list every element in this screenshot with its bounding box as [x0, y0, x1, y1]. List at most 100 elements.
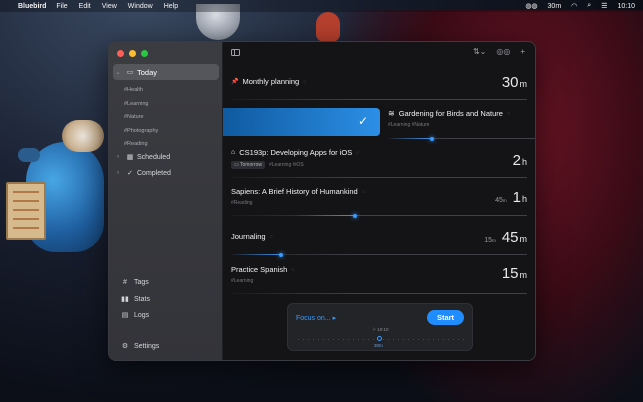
status-timer[interactable]: 30m	[548, 3, 562, 10]
sidebar-toggle-icon[interactable]	[231, 49, 240, 56]
complete-swipe-action[interactable]: ✓	[223, 108, 380, 136]
menu-edit[interactable]: Edit	[79, 3, 91, 10]
focus-end-time: ⚐ 10:10	[372, 327, 389, 332]
chevron-down-icon[interactable]: ⌄	[113, 69, 123, 76]
task-title: Practice Spanish	[231, 265, 288, 274]
sidebar-item-label: Scheduled	[137, 153, 171, 161]
duration-handle[interactable]	[377, 336, 382, 341]
task-timeline	[231, 252, 527, 257]
task-row[interactable]: 📌 Monthly planning ◌ 30 m	[231, 74, 527, 98]
tray-icon: ▭	[126, 69, 134, 76]
book-icon: ▤	[121, 312, 129, 319]
sidebar-item-logs[interactable]: ▤ Logs	[119, 311, 150, 320]
task-tags: #Learning #iOS	[268, 162, 304, 168]
sidebar-item-completed[interactable]: › ✓ Completed	[113, 166, 219, 180]
info-icon[interactable]: ◌	[507, 111, 510, 117]
menu-view[interactable]: View	[102, 3, 117, 10]
sidebar-tag-photography[interactable]: #Photography	[124, 125, 158, 139]
start-button[interactable]: Start	[427, 310, 464, 325]
sidebar-item-tags[interactable]: # Tags	[119, 279, 149, 286]
task-timeline	[231, 177, 527, 178]
sidebar-tag-learning[interactable]: #Learning	[124, 98, 158, 112]
hash-icon: #	[123, 279, 127, 286]
bluebird-status-icon[interactable]: ◍◍	[525, 2, 537, 10]
menu-clock[interactable]: 10:10	[617, 3, 635, 10]
chevron-right-icon[interactable]: ›	[113, 170, 123, 176]
task-title: Monthly planning	[242, 77, 300, 86]
sidebar-item-stats[interactable]: ▮▮ Stats	[119, 295, 150, 304]
task-duration: 15m 45 m	[484, 229, 527, 246]
calendar-icon: ▦	[126, 154, 134, 161]
add-icon[interactable]: +	[520, 47, 525, 56]
sidebar: ⌄ ▭ Today #Health #Learning #Nature #Pho…	[109, 42, 223, 360]
task-duration: 2h	[512, 152, 527, 169]
gear-icon: ⚙	[121, 343, 129, 350]
search-icon[interactable]: ⌕	[587, 2, 591, 10]
task-timeline	[231, 213, 527, 218]
app-window: ⌄ ▭ Today #Health #Learning #Nature #Pho…	[108, 41, 536, 361]
task-timeline	[388, 136, 535, 141]
task-row[interactable]: Practice Spanish ◌ #Learning 15 m	[231, 265, 527, 293]
sidebar-item-label: Completed	[137, 169, 171, 177]
sidebar-item-today[interactable]: ⌄ ▭ Today	[113, 64, 219, 80]
goggles-icon[interactable]: ◎◎	[496, 47, 510, 56]
menu-file[interactable]: File	[56, 3, 67, 10]
task-tags: #Reading	[231, 200, 253, 206]
task-row[interactable]: ⌂ CS193p: Developing Apps for iOS ◌ ▭ To…	[231, 148, 527, 176]
menu-help[interactable]: Help	[164, 3, 178, 10]
sidebar-item-label: Settings	[134, 342, 160, 350]
task-title: CS193p: Developing Apps for iOS	[239, 148, 353, 157]
sidebar-item-label: Tags	[134, 279, 149, 286]
task-elapsed: 15m	[484, 237, 496, 244]
timeline-handle[interactable]	[279, 252, 284, 257]
sort-icon[interactable]: ⇅⌄	[473, 47, 486, 56]
info-icon[interactable]: ◌	[270, 234, 273, 240]
menu-window[interactable]: Window	[128, 3, 153, 10]
toolbar: ⇅⌄ ◎◎ +	[223, 42, 535, 64]
graduation-icon: ⌂	[231, 149, 236, 156]
scheduled-chip[interactable]: ▭ Tomorrow	[231, 161, 265, 169]
checkmark-icon[interactable]: ✓	[358, 114, 368, 128]
task-duration: 45m 1h	[495, 189, 527, 206]
menu-app-name[interactable]: Bluebird	[18, 3, 46, 10]
traffic-lights	[117, 50, 148, 57]
task-row[interactable]: Journaling ◌ 15m 45 m	[231, 229, 527, 257]
timeline-handle[interactable]	[353, 213, 358, 218]
sidebar-tag-health[interactable]: #Health	[124, 84, 158, 98]
task-row[interactable]: Sapiens: A Brief History of Humankind ◌ …	[231, 187, 527, 215]
info-icon[interactable]: ◌	[362, 189, 365, 195]
sidebar-item-scheduled[interactable]: › ▦ Scheduled	[113, 150, 219, 164]
info-icon[interactable]: ◌	[356, 150, 359, 156]
minimize-button[interactable]	[129, 50, 136, 57]
bird-goggles	[62, 120, 104, 152]
task-elapsed: 45m	[495, 197, 507, 204]
task-timeline	[231, 99, 527, 100]
task-title: Gardening for Birds and Nature	[398, 109, 503, 118]
chevron-right-icon[interactable]: ›	[113, 154, 123, 160]
focus-task-picker[interactable]: Focus on... ▸	[296, 314, 336, 322]
zoom-button[interactable]	[141, 50, 148, 57]
sidebar-item-settings[interactable]: ⚙ Settings	[119, 342, 160, 351]
task-list-panel: ⇅⌄ ◎◎ + 📌 Monthly planning ◌ 30 m ✓ ≋ Gar	[223, 42, 535, 360]
chart-bar-icon: ▮▮	[121, 296, 129, 303]
wifi-icon[interactable]: ◠	[571, 2, 577, 10]
control-center-icon[interactable]: ☰	[601, 2, 607, 10]
sidebar-tag-list: #Health #Learning #Nature #Photography #…	[124, 84, 158, 152]
task-tags: #Learning #Nature	[388, 122, 430, 128]
info-icon[interactable]: ◌	[303, 79, 306, 85]
task-row[interactable]: ≋ Gardening for Birds and Nature ◌ #Lear…	[388, 109, 535, 137]
wallpaper-red-bird	[316, 12, 340, 42]
task-title: Journaling	[231, 232, 266, 241]
progress-glow	[231, 254, 282, 255]
wallpaper-easel	[6, 182, 46, 240]
sidebar-item-label: Logs	[134, 311, 150, 319]
sidebar-tag-nature[interactable]: #Nature	[124, 111, 158, 125]
close-button[interactable]	[117, 50, 124, 57]
task-title: Sapiens: A Brief History of Humankind	[231, 187, 358, 196]
info-icon[interactable]: ◌	[291, 267, 294, 273]
timeline-handle[interactable]	[429, 136, 434, 141]
progress-glow	[295, 215, 356, 216]
bird-beak	[18, 148, 40, 162]
task-timeline	[231, 293, 527, 294]
focus-panel: Focus on... ▸ Start ⚐ 10:10 30m	[287, 303, 473, 351]
